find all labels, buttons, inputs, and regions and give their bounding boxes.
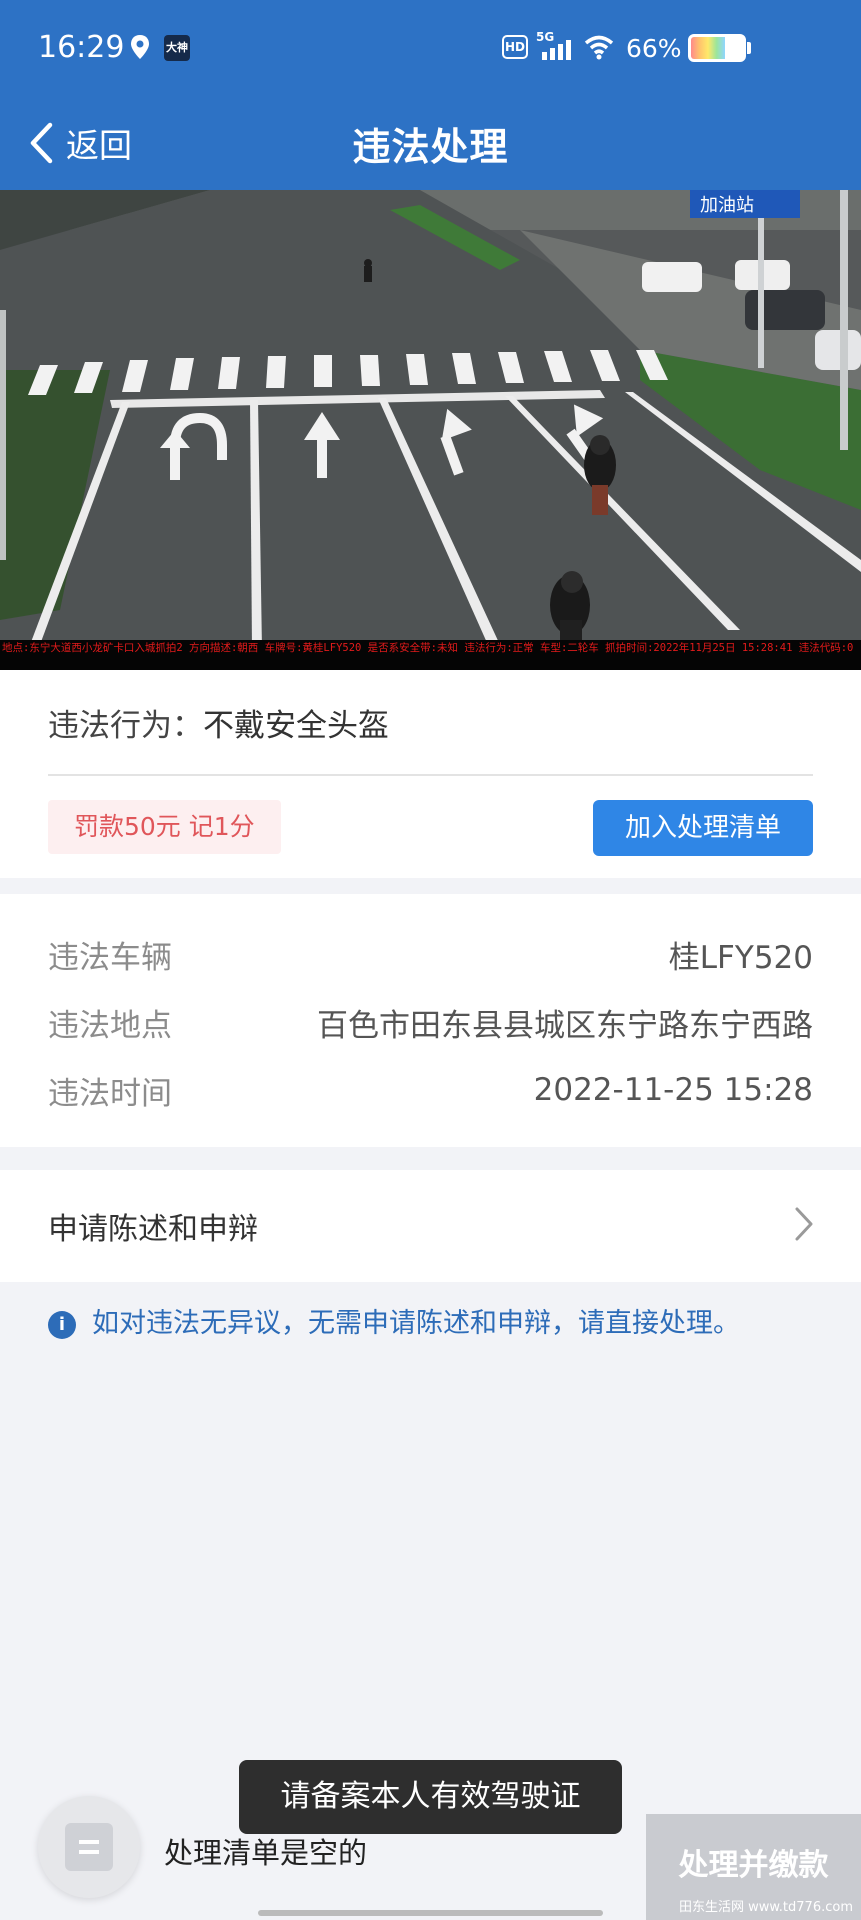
empty-list-text: 处理清单是空的 <box>164 1836 368 1870</box>
header: 16:29 大神 HD 5G 66% 返回 违法处理 <box>0 0 861 190</box>
status-bar: 16:29 大神 HD 5G 66% <box>0 0 861 96</box>
wifi-icon <box>584 35 614 60</box>
watermark-text: 田东生活网 www.td776.com <box>678 1900 853 1915</box>
status-time: 16:29 <box>38 30 125 65</box>
fine-badge: 罚款50元 记1分 <box>48 800 281 854</box>
violation-photo[interactable]: 加油站 地点:东宁大道西小龙矿卡口入城抓拍2 方向描述:朝西 车牌号:黄桂LFY… <box>0 190 861 670</box>
page-title: 违法处理 <box>352 125 509 169</box>
battery-level <box>691 37 726 59</box>
appeal-row[interactable]: 申请陈述和申辩 <box>0 1170 861 1282</box>
signal-icon <box>542 40 571 60</box>
battery-percent: 66% <box>626 34 682 63</box>
vehicle-value: 桂LFY520 <box>668 939 813 976</box>
battery-tip <box>747 42 751 54</box>
road-scene-image: 加油站 <box>0 190 861 670</box>
process-list-icon[interactable] <box>38 1796 140 1898</box>
violation-label: 违法行为： <box>48 708 203 744</box>
detail-row-location: 违法地点 百色市田东县县城区东宁路东宁西路 <box>48 1000 813 1044</box>
time-value: 2022-11-25 15:28 <box>533 1072 813 1108</box>
vehicle-label: 违法车辆 <box>48 939 172 976</box>
sign-text: 加油站 <box>700 195 754 216</box>
violation-value: 不戴安全头盔 <box>203 708 389 744</box>
nav-bar: 返回 违法处理 <box>0 96 861 190</box>
location-label: 违法地点 <box>48 1007 172 1044</box>
location-value: 百色市田东县县城区东宁路东宁西路 <box>317 1007 813 1044</box>
location-icon <box>131 35 149 59</box>
info-icon: i <box>48 1311 76 1339</box>
chevron-right-icon <box>795 1207 813 1241</box>
violation-row: 违法行为：不戴安全头盔 <box>48 700 389 745</box>
violation-card: 违法行为：不戴安全头盔 罚款50元 记1分 加入处理清单 <box>0 670 861 878</box>
app-notification-icon: 大神 <box>164 35 190 61</box>
divider <box>48 774 813 776</box>
info-note: i 如对违法无异议，无需申请陈述和申辩，请直接处理。 <box>48 1305 788 1343</box>
appeal-label: 申请陈述和申辩 <box>48 1212 258 1247</box>
home-indicator[interactable] <box>258 1910 603 1916</box>
photo-caption: 地点:东宁大道西小龙矿卡口入城抓拍2 方向描述:朝西 车牌号:黄桂LFY520 … <box>0 640 861 670</box>
add-to-list-button[interactable]: 加入处理清单 <box>593 800 813 856</box>
toast-message: 请备案本人有效驾驶证 <box>239 1760 622 1834</box>
detail-row-time: 违法时间 2022-11-25 15:28 <box>48 1068 813 1112</box>
hd-icon: HD <box>502 35 528 59</box>
detail-row-vehicle: 违法车辆 桂LFY520 <box>48 932 813 976</box>
info-note-text: 如对违法无异议，无需申请陈述和申辩，请直接处理。 <box>92 1308 740 1339</box>
detail-card: 违法车辆 桂LFY520 违法地点 百色市田东县县城区东宁路东宁西路 违法时间 … <box>0 894 861 1147</box>
list-icon-glyph <box>65 1823 113 1871</box>
battery-icon <box>688 34 746 62</box>
time-label: 违法时间 <box>48 1075 172 1112</box>
